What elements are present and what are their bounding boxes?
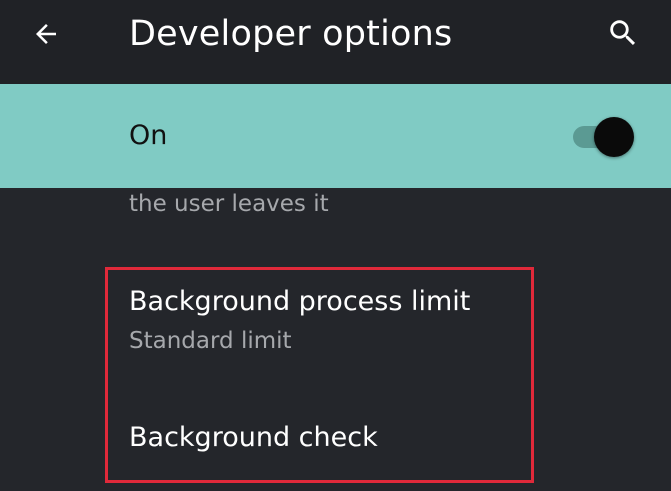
search-icon bbox=[610, 20, 636, 46]
pref-title: Background process limit bbox=[129, 286, 471, 317]
developer-options-master-switch[interactable]: On bbox=[0, 84, 671, 188]
background-check-item[interactable]: Background check bbox=[0, 400, 671, 480]
app-toolbar: Developer options bbox=[0, 0, 671, 84]
pref-title: Background check bbox=[129, 422, 378, 453]
pref-summary: Standard limit bbox=[129, 328, 292, 354]
page-title: Developer options bbox=[129, 14, 453, 54]
back-button[interactable] bbox=[22, 10, 70, 58]
search-button[interactable] bbox=[598, 8, 648, 58]
partial-item-summary: the user leaves it bbox=[129, 191, 329, 217]
background-process-limit-item[interactable]: Background process limit Standard limit bbox=[0, 272, 671, 382]
arrow-left-icon bbox=[36, 24, 56, 44]
master-switch-label: On bbox=[129, 120, 168, 151]
toggle-thumb[interactable] bbox=[594, 117, 634, 157]
